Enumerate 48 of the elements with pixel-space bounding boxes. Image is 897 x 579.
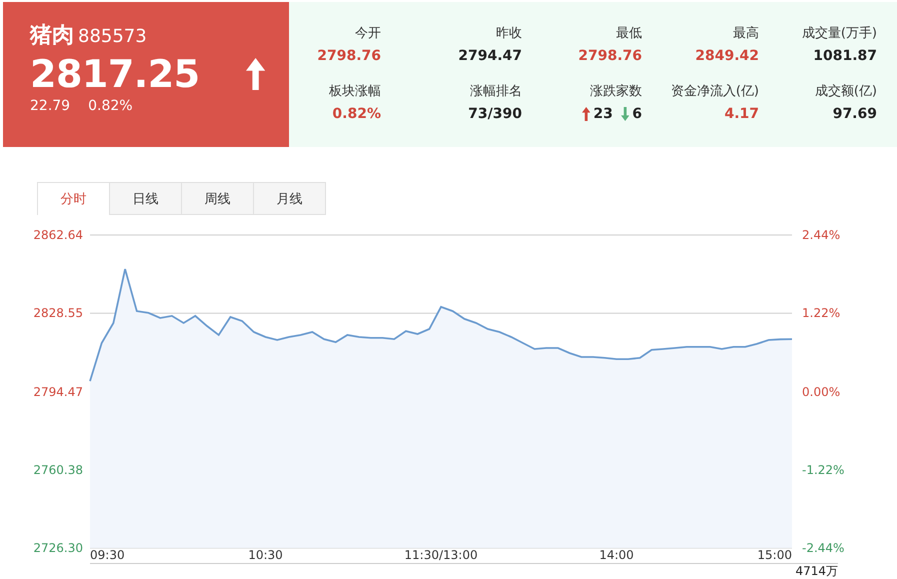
stat-label: 板块涨幅 [329,83,381,100]
percent-axis-label: 1.22% [802,306,840,320]
stat-label: 最低 [616,25,642,42]
percent-axis-label: -1.22% [802,462,844,477]
price-axis-label: 2862.64 [33,228,83,242]
price-axis-label: 2726.30 [33,541,83,555]
percent-axis-label: 2.44% [802,228,840,242]
stat-value: 4.17 [724,106,759,122]
stat-value: 1081.87 [813,48,877,64]
chart-tab[interactable]: 周线 [181,182,254,215]
stat-label: 成交量(万手) [802,25,877,42]
percent-axis-label: 0.00% [802,384,840,398]
chart-tab[interactable]: 月线 [253,182,326,215]
time-axis-label: 09:30 [90,548,125,563]
up-arrow-icon [582,107,590,121]
volume-label: 4714万 [795,564,838,578]
stat-label: 成交额(亿) [814,83,877,100]
chart-tab[interactable]: 分时 [37,182,110,215]
falling-count: 6 [632,106,642,122]
chart-tab[interactable]: 日线 [109,182,182,215]
price-change: 22.79 [30,98,70,114]
price-axis-label: 2794.47 [33,384,83,398]
change-percent: 0.82% [88,98,133,114]
stat-label: 涨幅排名 [470,83,522,100]
time-axis-label: 15:00 [757,548,792,563]
stat-value: 2849.42 [695,48,759,64]
stat-label: 今开 [355,25,381,42]
stat-value: 0.82% [332,106,381,122]
time-axis-label: 14:00 [599,548,634,563]
stat-value: 2798.76 [578,48,642,64]
sector-code: 885573 [78,26,147,47]
stat-value: 2798.76 [317,48,381,64]
stat-label: 最高 [733,25,759,42]
sector-name: 猪肉 [30,22,74,50]
current-price: 2817.25 [30,52,200,96]
stat-value: 73/390 [468,106,522,122]
percent-axis-label: -2.44% [802,541,844,555]
time-axis-label: 10:30 [248,548,283,563]
stat-label: 资金净流入(亿) [670,83,759,100]
price-axis-label: 2760.38 [33,462,83,477]
rising-count: 23 [593,106,613,122]
price-axis-label: 2828.55 [33,306,83,320]
down-arrow-icon [620,107,630,121]
stat-label: 涨跌家数 [590,83,642,100]
stat-label: 昨收 [496,25,522,42]
time-axis-label: 11:30/13:00 [404,548,478,563]
stat-value: 97.69 [832,106,877,122]
stat-value: 2794.47 [458,48,522,64]
